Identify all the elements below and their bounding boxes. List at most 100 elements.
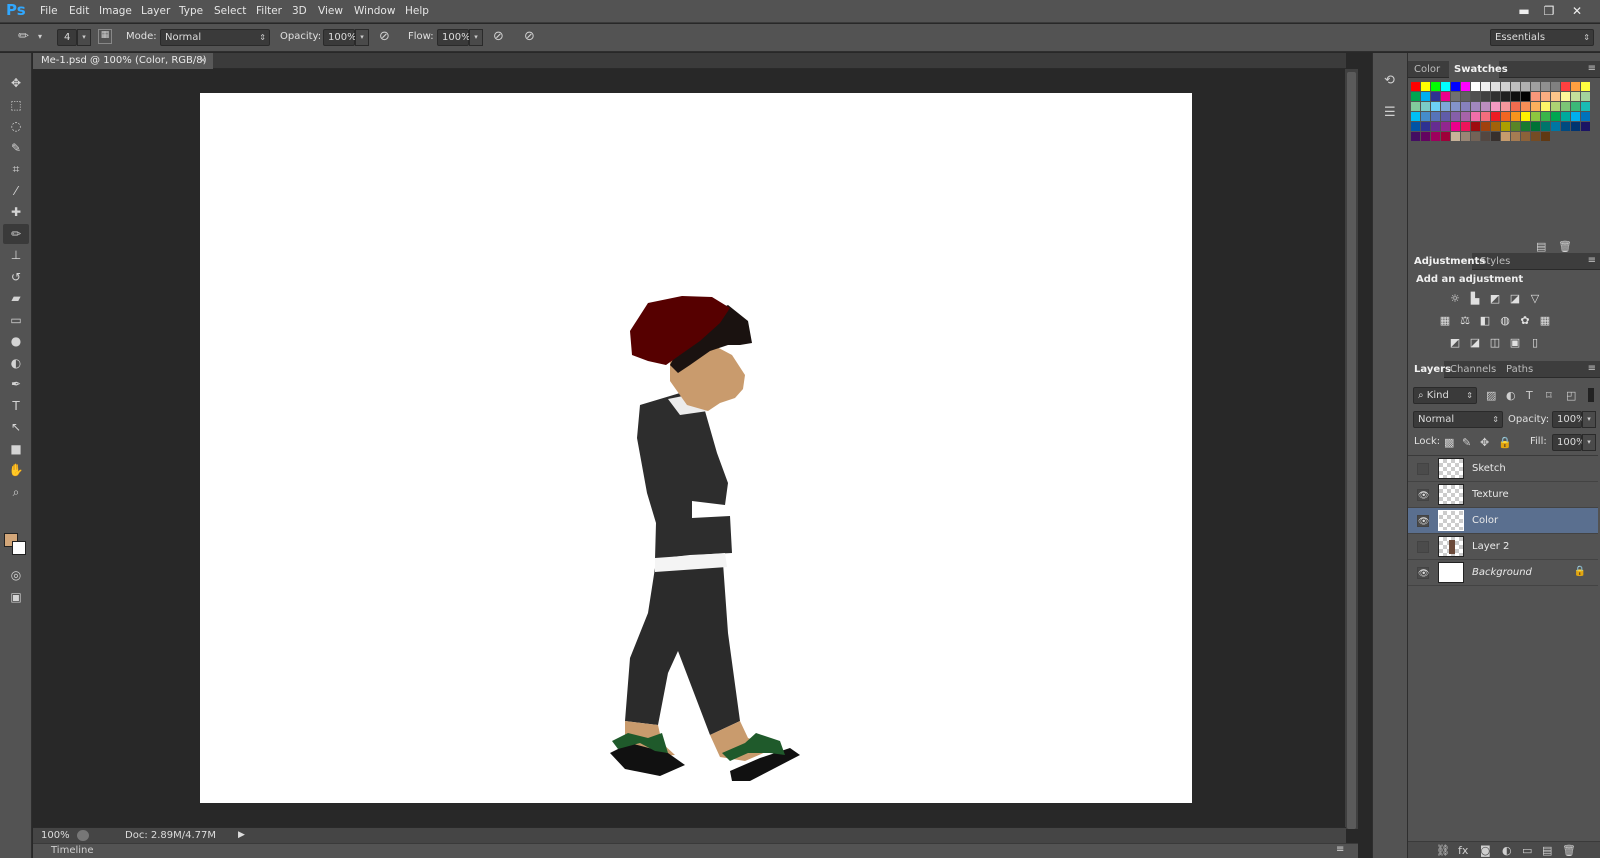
fill-field[interactable]: 100% (1552, 434, 1586, 451)
color-swatch[interactable] (1571, 122, 1580, 131)
color-swatch[interactable] (1511, 132, 1520, 141)
color-swatch[interactable] (1461, 122, 1470, 131)
quick-select-tool[interactable]: ✎ (3, 138, 29, 158)
layer-opacity-dropdown[interactable]: ▾ (1582, 411, 1596, 428)
color-lookup-icon[interactable]: ▦ (1538, 315, 1552, 327)
eraser-tool[interactable]: ▰ (3, 288, 29, 308)
vibrance-icon[interactable]: ▽ (1528, 293, 1542, 305)
color-swatch[interactable] (1451, 82, 1460, 91)
color-swatch[interactable] (1521, 92, 1530, 101)
color-swatch[interactable] (1541, 112, 1550, 121)
brush-tool[interactable]: ✏ (3, 223, 29, 244)
menu-window[interactable]: Window (354, 5, 395, 17)
threshold-icon[interactable]: ◫ (1488, 337, 1502, 349)
brush-size-field[interactable]: 4 (57, 29, 77, 46)
filter-smart-object-icon[interactable]: ◰ (1566, 389, 1576, 402)
status-menu-arrow-icon[interactable]: ▶ (238, 830, 245, 840)
color-swatch[interactable] (1581, 92, 1590, 101)
color-swatch[interactable] (1531, 102, 1540, 111)
minimize-button[interactable]: ▬ (1513, 3, 1535, 19)
group-icon[interactable]: ▭ (1522, 844, 1532, 857)
menu-filter[interactable]: Filter (256, 5, 282, 17)
color-swatch[interactable] (1451, 112, 1460, 121)
tab-channels[interactable]: Channels (1450, 364, 1496, 375)
color-swatch[interactable] (1441, 132, 1450, 141)
filter-type-icon[interactable]: T (1526, 389, 1533, 402)
color-swatch[interactable] (1461, 92, 1470, 101)
color-swatch[interactable] (1491, 102, 1500, 111)
path-select-tool[interactable]: ↖ (3, 417, 29, 437)
channel-mixer-icon[interactable]: ✿ (1518, 315, 1532, 327)
color-swatch[interactable] (1561, 102, 1570, 111)
color-swatch[interactable] (1571, 92, 1580, 101)
color-swatch[interactable] (1471, 82, 1480, 91)
healing-tool[interactable]: ✚ (3, 202, 29, 222)
color-swatch[interactable] (1421, 92, 1430, 101)
opacity-dropdown[interactable]: ▾ (355, 29, 369, 46)
color-swatch[interactable] (1541, 82, 1550, 91)
color-swatch[interactable] (1471, 122, 1480, 131)
panel-menu-icon[interactable]: ≡ (1588, 363, 1596, 374)
color-swatch[interactable] (1511, 82, 1520, 91)
color-swatch[interactable] (1491, 92, 1500, 101)
flow-dropdown[interactable]: ▾ (469, 29, 483, 46)
color-swatch[interactable] (1581, 82, 1590, 91)
zoom-tool[interactable]: ⌕ (3, 482, 29, 502)
screen-mode-icon[interactable]: ▣ (3, 587, 29, 607)
vertical-scroll-thumb[interactable] (1347, 72, 1356, 829)
mask-icon[interactable]: ◙ (1480, 844, 1491, 857)
menu-edit[interactable]: Edit (69, 5, 89, 17)
color-swatch[interactable] (1521, 132, 1530, 141)
color-swatch[interactable] (1561, 92, 1570, 101)
color-swatch[interactable] (1431, 82, 1440, 91)
color-swatch[interactable] (1551, 112, 1560, 121)
posterize-icon[interactable]: ◪ (1468, 337, 1482, 349)
panel-menu-icon[interactable]: ≡ (1588, 63, 1596, 74)
color-swatch[interactable] (1561, 82, 1570, 91)
color-swatch[interactable] (1421, 122, 1430, 131)
background-color-swatch[interactable] (12, 541, 26, 555)
tab-swatches[interactable]: Swatches (1454, 64, 1508, 75)
properties-panel-icon[interactable]: ☰ (1384, 105, 1396, 120)
layer-row-color[interactable]: 👁 Color (1408, 508, 1598, 534)
lasso-tool[interactable]: ◌ (3, 116, 29, 136)
menu-view[interactable]: View (318, 5, 343, 17)
menu-image[interactable]: Image (99, 5, 132, 17)
color-swatch[interactable] (1411, 122, 1420, 131)
move-tool[interactable]: ✥ (3, 73, 29, 93)
fill-dropdown[interactable]: ▾ (1582, 434, 1596, 451)
color-swatch[interactable] (1461, 82, 1470, 91)
filter-toggle[interactable] (1588, 388, 1594, 402)
color-swatch[interactable] (1421, 82, 1430, 91)
timeline-label[interactable]: Timeline (51, 845, 94, 856)
color-swatch[interactable] (1551, 122, 1560, 131)
color-balance-icon[interactable]: ⚖ (1458, 315, 1472, 327)
eye-icon[interactable]: 👁 (1417, 515, 1429, 527)
shape-tool[interactable]: ■ (3, 439, 29, 459)
blend-mode-dropdown[interactable]: Normal ⇕ (1413, 411, 1503, 428)
photo-filter-icon[interactable]: ◍ (1498, 315, 1512, 327)
color-swatch[interactable] (1481, 102, 1490, 111)
eye-icon[interactable]: 👁 (1417, 489, 1429, 501)
color-swatch[interactable] (1461, 102, 1470, 111)
color-swatch[interactable] (1481, 122, 1490, 131)
color-swatch[interactable] (1471, 132, 1480, 141)
tab-layers[interactable]: Layers (1414, 364, 1451, 375)
levels-icon[interactable]: ▙ (1468, 293, 1482, 305)
color-swatch[interactable] (1451, 122, 1460, 131)
color-swatch[interactable] (1491, 112, 1500, 121)
color-swatch[interactable] (1501, 92, 1510, 101)
color-swatch[interactable] (1421, 102, 1430, 111)
blur-tool[interactable]: ● (3, 331, 29, 351)
fx-icon[interactable]: fx (1458, 844, 1468, 857)
layer-row-texture[interactable]: 👁 Texture (1408, 482, 1598, 508)
color-swatch[interactable] (1461, 112, 1470, 121)
type-tool[interactable]: T (3, 396, 29, 416)
visibility-toggle[interactable] (1417, 541, 1429, 553)
visibility-toggle[interactable] (1417, 463, 1429, 475)
zoom-level[interactable]: 100% (41, 830, 70, 841)
color-swatch[interactable] (1421, 132, 1430, 141)
color-swatch[interactable] (1521, 82, 1530, 91)
lock-position-icon[interactable]: ✥ (1480, 436, 1489, 449)
color-swatch[interactable] (1441, 112, 1450, 121)
